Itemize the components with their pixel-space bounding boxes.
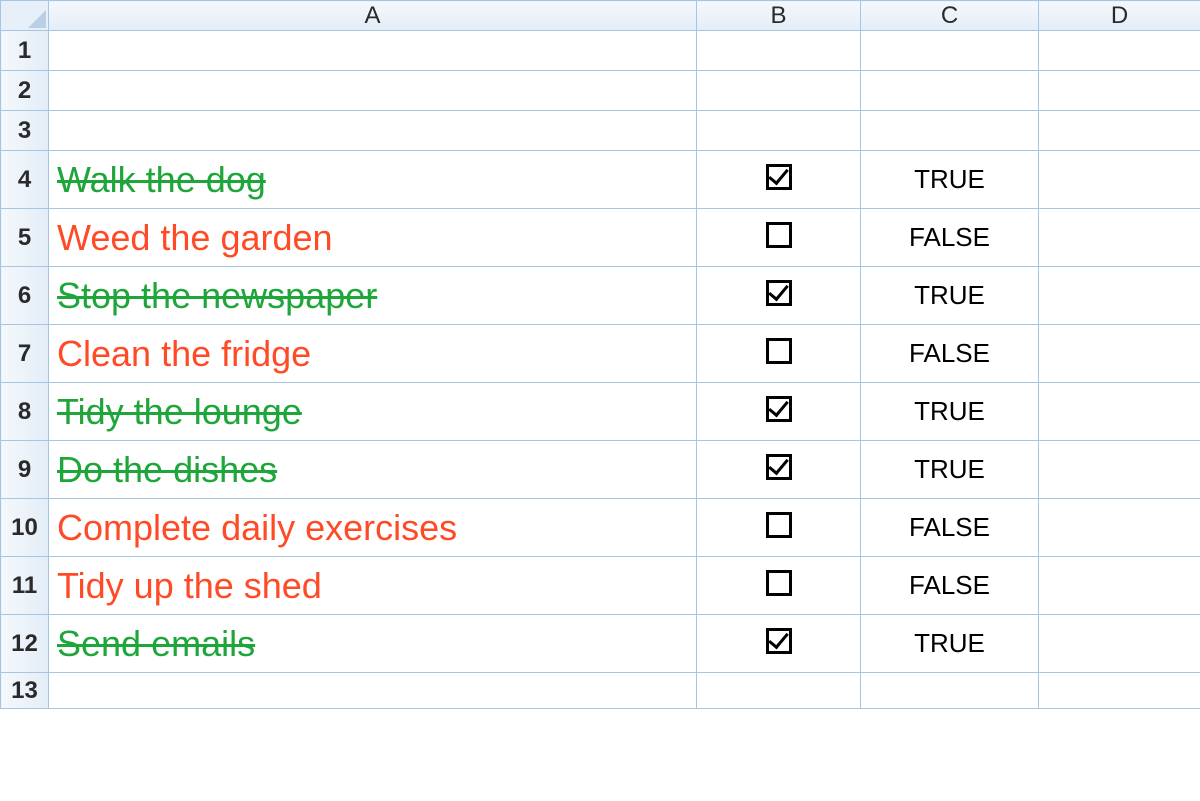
cell-B13[interactable] bbox=[697, 673, 861, 709]
row-header-7[interactable]: 7 bbox=[1, 325, 49, 383]
cell-D5[interactable] bbox=[1039, 209, 1200, 267]
linked-value: TRUE bbox=[914, 164, 985, 194]
row-header-11[interactable]: 11 bbox=[1, 557, 49, 615]
cell-B12[interactable] bbox=[697, 615, 861, 673]
linked-value: FALSE bbox=[909, 222, 990, 252]
cell-C11[interactable]: FALSE bbox=[861, 557, 1039, 615]
cell-C7[interactable]: FALSE bbox=[861, 325, 1039, 383]
cell-A7[interactable]: Clean the fridge bbox=[49, 325, 697, 383]
cell-D9[interactable] bbox=[1039, 441, 1200, 499]
linked-value: TRUE bbox=[914, 396, 985, 426]
cell-D10[interactable] bbox=[1039, 499, 1200, 557]
cell-B6[interactable] bbox=[697, 267, 861, 325]
row-header-13[interactable]: 13 bbox=[1, 673, 49, 709]
cell-A11[interactable]: Tidy up the shed bbox=[49, 557, 697, 615]
task-text: Walk the dog bbox=[57, 159, 266, 200]
cell-B8[interactable] bbox=[697, 383, 861, 441]
task-text: Clean the fridge bbox=[57, 333, 311, 374]
cell-D1[interactable] bbox=[1039, 31, 1200, 71]
cell-A2[interactable] bbox=[49, 71, 697, 111]
row-header-2[interactable]: 2 bbox=[1, 71, 49, 111]
cell-B1[interactable] bbox=[697, 31, 861, 71]
cell-A1[interactable] bbox=[49, 31, 697, 71]
linked-value: FALSE bbox=[909, 338, 990, 368]
cell-B5[interactable] bbox=[697, 209, 861, 267]
cell-D13[interactable] bbox=[1039, 673, 1200, 709]
select-all-corner[interactable] bbox=[1, 1, 49, 31]
cell-C1[interactable] bbox=[861, 31, 1039, 71]
linked-value: TRUE bbox=[914, 280, 985, 310]
task-checkbox[interactable] bbox=[766, 570, 792, 596]
task-checkbox[interactable] bbox=[766, 280, 792, 306]
row-header-12[interactable]: 12 bbox=[1, 615, 49, 673]
cell-A10[interactable]: Complete daily exercises bbox=[49, 499, 697, 557]
column-header-B[interactable]: B bbox=[697, 1, 861, 31]
cell-A8[interactable]: Tidy the lounge bbox=[49, 383, 697, 441]
cell-C9[interactable]: TRUE bbox=[861, 441, 1039, 499]
cell-D4[interactable] bbox=[1039, 151, 1200, 209]
cell-D11[interactable] bbox=[1039, 557, 1200, 615]
cell-D6[interactable] bbox=[1039, 267, 1200, 325]
cell-B3[interactable] bbox=[697, 111, 861, 151]
task-text: Tidy the lounge bbox=[57, 391, 302, 432]
cell-A6[interactable]: Stop the newspaper bbox=[49, 267, 697, 325]
spreadsheet-grid: A B C D 1234Walk the dogTRUE5Weed the ga… bbox=[0, 0, 1200, 709]
cell-A5[interactable]: Weed the garden bbox=[49, 209, 697, 267]
cell-C6[interactable]: TRUE bbox=[861, 267, 1039, 325]
row-header-3[interactable]: 3 bbox=[1, 111, 49, 151]
cell-B7[interactable] bbox=[697, 325, 861, 383]
row-header-4[interactable]: 4 bbox=[1, 151, 49, 209]
cell-B11[interactable] bbox=[697, 557, 861, 615]
linked-value: TRUE bbox=[914, 454, 985, 484]
cell-C3[interactable] bbox=[861, 111, 1039, 151]
cell-C2[interactable] bbox=[861, 71, 1039, 111]
cell-A13[interactable] bbox=[49, 673, 697, 709]
cell-D2[interactable] bbox=[1039, 71, 1200, 111]
cell-B9[interactable] bbox=[697, 441, 861, 499]
cell-C8[interactable]: TRUE bbox=[861, 383, 1039, 441]
cell-D3[interactable] bbox=[1039, 111, 1200, 151]
row-header-5[interactable]: 5 bbox=[1, 209, 49, 267]
cell-A3[interactable] bbox=[49, 111, 697, 151]
row-header-9[interactable]: 9 bbox=[1, 441, 49, 499]
cell-D8[interactable] bbox=[1039, 383, 1200, 441]
cell-C10[interactable]: FALSE bbox=[861, 499, 1039, 557]
task-checkbox[interactable] bbox=[766, 164, 792, 190]
cell-A12[interactable]: Send emails bbox=[49, 615, 697, 673]
task-text: Weed the garden bbox=[57, 217, 333, 258]
task-checkbox[interactable] bbox=[766, 338, 792, 364]
column-header-A[interactable]: A bbox=[49, 1, 697, 31]
task-checkbox[interactable] bbox=[766, 628, 792, 654]
task-checkbox[interactable] bbox=[766, 454, 792, 480]
task-text: Stop the newspaper bbox=[57, 275, 377, 316]
cell-C5[interactable]: FALSE bbox=[861, 209, 1039, 267]
row-header-1[interactable]: 1 bbox=[1, 31, 49, 71]
cell-D12[interactable] bbox=[1039, 615, 1200, 673]
task-text: Complete daily exercises bbox=[57, 507, 457, 548]
cell-B10[interactable] bbox=[697, 499, 861, 557]
cell-B4[interactable] bbox=[697, 151, 861, 209]
cell-B2[interactable] bbox=[697, 71, 861, 111]
column-header-C[interactable]: C bbox=[861, 1, 1039, 31]
row-header-8[interactable]: 8 bbox=[1, 383, 49, 441]
linked-value: TRUE bbox=[914, 628, 985, 658]
linked-value: FALSE bbox=[909, 570, 990, 600]
task-checkbox[interactable] bbox=[766, 396, 792, 422]
cell-C4[interactable]: TRUE bbox=[861, 151, 1039, 209]
task-checkbox[interactable] bbox=[766, 222, 792, 248]
cell-A4[interactable]: Walk the dog bbox=[49, 151, 697, 209]
cell-C12[interactable]: TRUE bbox=[861, 615, 1039, 673]
cell-A9[interactable]: Do the dishes bbox=[49, 441, 697, 499]
row-header-10[interactable]: 10 bbox=[1, 499, 49, 557]
task-text: Send emails bbox=[57, 623, 255, 664]
cell-D7[interactable] bbox=[1039, 325, 1200, 383]
linked-value: FALSE bbox=[909, 512, 990, 542]
task-text: Do the dishes bbox=[57, 449, 277, 490]
row-header-6[interactable]: 6 bbox=[1, 267, 49, 325]
cell-C13[interactable] bbox=[861, 673, 1039, 709]
task-text: Tidy up the shed bbox=[57, 565, 322, 606]
task-checkbox[interactable] bbox=[766, 512, 792, 538]
column-header-D[interactable]: D bbox=[1039, 1, 1200, 31]
